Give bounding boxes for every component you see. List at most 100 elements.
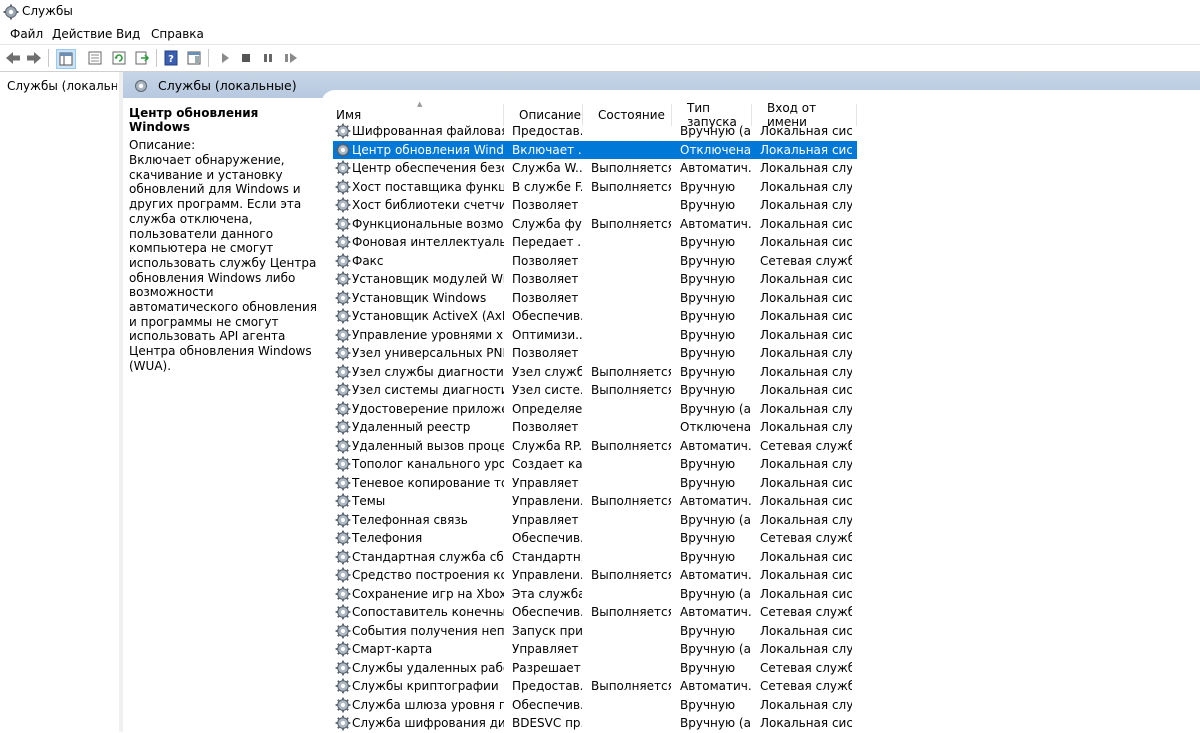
forward-arrow-icon[interactable] [25, 49, 43, 67]
service-description-cell: Служба RP... [512, 438, 582, 453]
table-row[interactable]: Службы удаленных рабочи... Разрешает ... В… [333, 659, 857, 678]
show-hide-pane-icon[interactable] [185, 49, 203, 67]
menu-help[interactable]: Справка [151, 27, 204, 41]
table-row[interactable]: Функциональные возможн... Служба фу... Вып… [333, 215, 857, 234]
table-row[interactable]: Сопоставитель конечных т... Обеспечив... В… [333, 603, 857, 622]
table-row[interactable]: Хост поставщика функции ... В службе F...… [333, 178, 857, 197]
gear-icon [335, 512, 351, 527]
start-service-icon[interactable] [216, 49, 234, 67]
gear-icon [335, 197, 351, 213]
help-icon[interactable]: ? [162, 49, 180, 67]
export-icon[interactable] [133, 49, 151, 67]
service-startup-cell: Вручную [680, 457, 736, 471]
service-logon-cell: Локальная сист... [760, 623, 852, 638]
service-description-cell: Определяе... [512, 401, 582, 416]
service-description-cell: Разрешает ... [512, 660, 582, 675]
service-name-cell: Узел универсальных PNP-у... [352, 346, 504, 360]
table-row[interactable]: Центр обеспечения безоп... Служба W... Вып… [333, 159, 857, 178]
service-description-cell: Позволяет ... [512, 346, 582, 360]
table-row[interactable]: Установщик ActiveX (AxInst... Обеспечив..… [333, 307, 857, 326]
table-row[interactable]: Фоновая интеллектуальная... Передает ... В… [333, 233, 857, 252]
table-row[interactable]: Установщик модулей Wind... Позволяет ... В… [333, 270, 857, 289]
search-icon [135, 80, 147, 92]
service-logon-cell: Локальная сист... [760, 568, 852, 582]
table-row[interactable]: Хост библиотеки счетчика ... Позволяет ..… [333, 196, 857, 215]
menu-view[interactable]: Вид [116, 27, 140, 41]
service-startup-cell: Автоматич... [680, 494, 752, 508]
service-name-cell: Удаленный вызов процеду... [352, 438, 504, 453]
table-row[interactable]: Центр обновления Windows Включает ... Откл… [333, 140, 857, 159]
content-header-title: Службы (локальные) [158, 78, 297, 93]
service-logon-cell: Локальная слу... [760, 346, 852, 360]
svg-text:?: ? [168, 54, 174, 65]
service-logon-cell: Локальная сист... [760, 124, 852, 138]
table-row[interactable]: Служба шлюза уровня при... Обеспечив... Вр… [333, 696, 857, 715]
refresh-icon[interactable] [110, 49, 128, 67]
gear-icon [335, 715, 351, 731]
table-row[interactable]: Теневое копирование тома Управляет ... Вру… [333, 474, 857, 493]
table-row[interactable]: Управление уровнями хра... Оптимизи... Вру… [333, 326, 857, 345]
table-row[interactable]: События получения неподд... Запуск при...… [333, 622, 857, 641]
properties-icon[interactable] [86, 49, 104, 67]
service-name-cell: Служба шлюза уровня при... [352, 697, 504, 712]
table-row[interactable]: Служба шифрования диско... BDESVC пр... Вр… [333, 714, 857, 733]
menu-bar: Файл Действие Вид Справка [0, 24, 1200, 44]
table-row[interactable]: Средство построения коне... Управлени... В… [333, 566, 857, 585]
table-row[interactable]: Удостоверение приложения Определяе... Вруч… [333, 400, 857, 419]
table-row[interactable]: Тополог канального уровня Создает ка... Вр… [333, 455, 857, 474]
service-logon-cell: Сетевая служба [760, 605, 852, 619]
service-startup-cell: Вручную [680, 198, 736, 212]
pause-service-icon[interactable] [259, 49, 277, 67]
table-row[interactable]: Факс Позволяет ... Вручную Сетевая служба [333, 252, 857, 271]
table-row[interactable]: Узел системы диагностики Узел систе... Вып… [333, 381, 857, 400]
table-row[interactable]: Телефония Обеспечив... Вручную Сетевая служ… [333, 529, 857, 548]
table-row[interactable]: Службы криптографии Предостав... Выполняет… [333, 677, 857, 696]
service-logon-cell: Локальная сист... [760, 586, 852, 601]
table-row[interactable]: Удаленный вызов процеду... Служба RP... Вы… [333, 437, 857, 456]
service-description-cell: Стандартн... [512, 549, 582, 564]
service-name-cell: Тополог канального уровня [352, 457, 504, 471]
service-name-cell: Хост библиотеки счетчика ... [352, 198, 504, 212]
table-row[interactable]: Шифрованная файловая си... Предостав... Вр… [333, 122, 857, 141]
console-tree-icon[interactable] [56, 49, 76, 69]
service-logon-cell: Локальная сист... [760, 475, 852, 490]
stop-service-icon[interactable] [237, 49, 255, 67]
table-row[interactable]: Сохранение игр на Xbox Live Эта служба...… [333, 585, 857, 604]
service-description-cell: Включает ... [512, 142, 582, 157]
service-description-cell: Позволяет ... [512, 290, 582, 305]
table-row[interactable]: Удаленный реестр Позволяет ... Отключена Ло… [333, 418, 857, 437]
service-description-cell: Передает ... [512, 235, 582, 249]
service-startup-cell: Вручную [680, 475, 736, 490]
console-tree-pane: Службы (локальн [0, 72, 120, 732]
service-startup-cell: Вручную [680, 383, 736, 397]
table-row[interactable]: Узел службы диагностики Узел служб... Выпо… [333, 363, 857, 382]
service-startup-cell: Вручную (а... [680, 512, 752, 527]
service-name-cell: Установщик модулей Wind... [352, 272, 504, 286]
service-logon-cell: Локальная слу... [760, 642, 852, 656]
table-row[interactable]: Стандартная служба сбор... Стандартн... Вр… [333, 548, 857, 567]
service-name-cell: Смарт-карта [352, 642, 433, 656]
service-name-cell: Хост поставщика функции ... [352, 179, 504, 194]
table-row[interactable]: Установщик Windows Позволяет ... Вручную Ло… [333, 289, 857, 308]
service-startup-cell: Вручную (а... [680, 642, 752, 656]
gear-icon [335, 697, 351, 712]
service-logon-cell: Локальная слу... [760, 401, 852, 416]
services-content: Службы (локальные) Центр обновления Wind… [123, 72, 1200, 732]
menu-action[interactable]: Действие [52, 27, 112, 41]
table-row[interactable]: Темы Управлени... Выполняется Автоматич... Л… [333, 492, 857, 511]
table-row[interactable]: Телефонная связь Управляет ... Вручную (а.… [333, 511, 857, 530]
menu-file[interactable]: Файл [10, 27, 43, 41]
table-row[interactable]: Смарт-карта Управляет ... Вручную (а... Лок… [333, 640, 857, 659]
gear-icon [335, 456, 351, 472]
service-logon-cell: Сетевая служба [760, 679, 852, 693]
tree-item-services-local[interactable]: Службы (локальн [3, 78, 117, 94]
service-description-cell: Узел служб... [512, 364, 582, 379]
service-description-cell: Предостав... [512, 679, 582, 693]
table-row[interactable]: Узел универсальных PNP-у... Позволяет ...… [333, 344, 857, 363]
gear-icon [335, 549, 351, 564]
toolbar-separator [48, 49, 49, 67]
restart-service-icon[interactable] [282, 49, 300, 67]
service-name-cell: Узел службы диагностики [352, 364, 504, 379]
back-arrow-icon[interactable] [4, 49, 22, 67]
service-logon-cell: Локальная слу... [760, 512, 852, 527]
